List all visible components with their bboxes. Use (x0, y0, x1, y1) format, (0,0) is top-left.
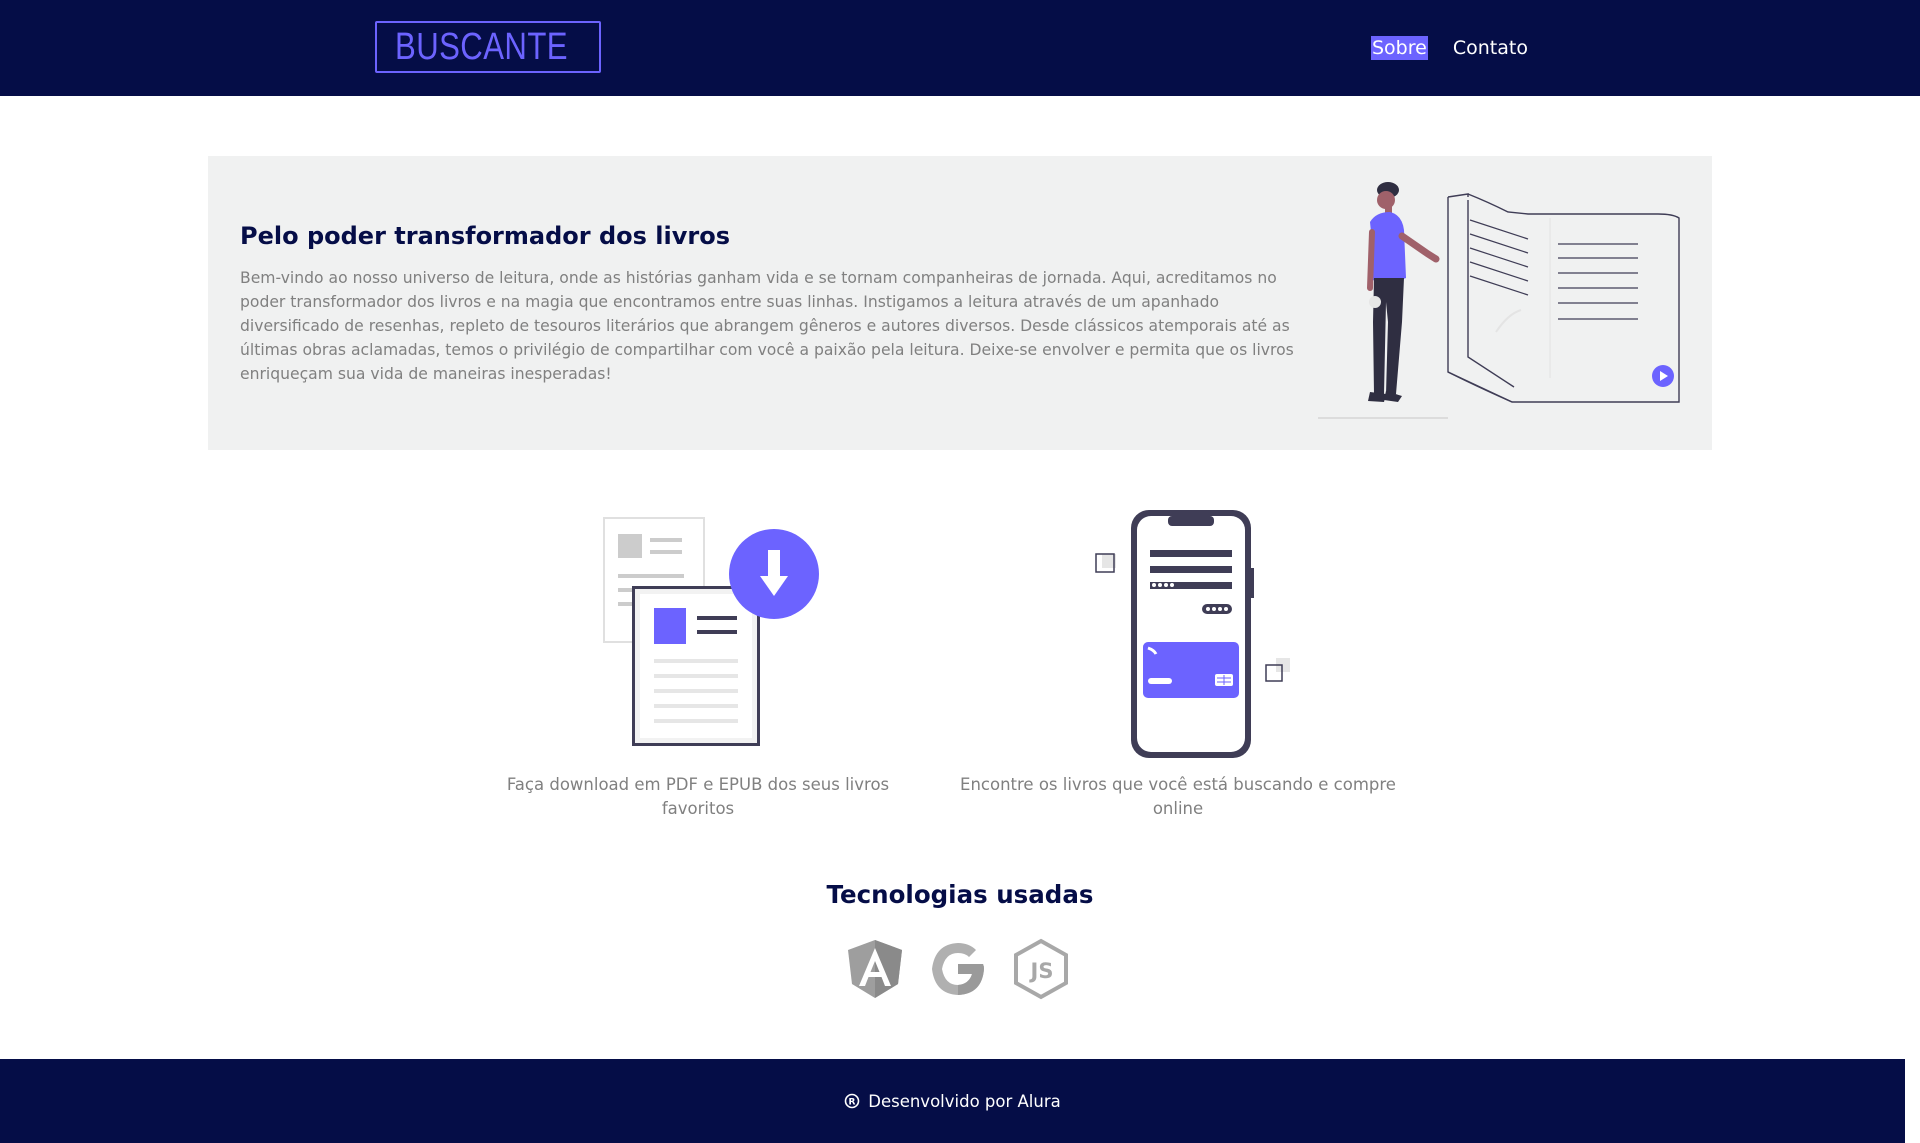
hero-text: Bem-vindo ao nosso universo de leitura, … (240, 269, 1294, 383)
main-nav: Sobre Contato (1371, 36, 1529, 60)
reading-person-illustration (1318, 182, 1680, 419)
hero-title: Pelo poder transformador dos livros (240, 222, 730, 250)
site-footer: R Desenvolvido por Alura (0, 1059, 1905, 1143)
nodejs-icon: JS (1014, 938, 1068, 1000)
logo-text: BUSCANTE (395, 25, 568, 68)
phone-payment-illustration (1095, 510, 1290, 758)
registered-icon: R (844, 1093, 860, 1109)
feature-caption-download: Faça download em PDF e EPUB dos seus liv… (506, 775, 890, 818)
feature-caption-buy: Encontre os livros que você está buscand… (960, 775, 1396, 818)
footer-text: Desenvolvido por Alura (868, 1091, 1061, 1111)
angular-icon (848, 940, 902, 998)
download-document-illustration (603, 517, 819, 746)
google-icon (932, 943, 984, 995)
hero-section: Pelo poder transformador dos livros Bem-… (208, 156, 1712, 450)
site-header: BUSCANTE Sobre Contato (0, 0, 1920, 96)
nav-link-contato[interactable]: Contato (1452, 36, 1529, 60)
tech-icons-row: JS (845, 938, 1071, 1000)
svg-text:JS: JS (1029, 959, 1054, 983)
tech-section-title: Tecnologias usadas (826, 880, 1094, 909)
svg-text:R: R (849, 1098, 856, 1108)
nav-link-sobre[interactable]: Sobre (1371, 36, 1428, 60)
logo-link[interactable]: BUSCANTE (375, 21, 601, 73)
